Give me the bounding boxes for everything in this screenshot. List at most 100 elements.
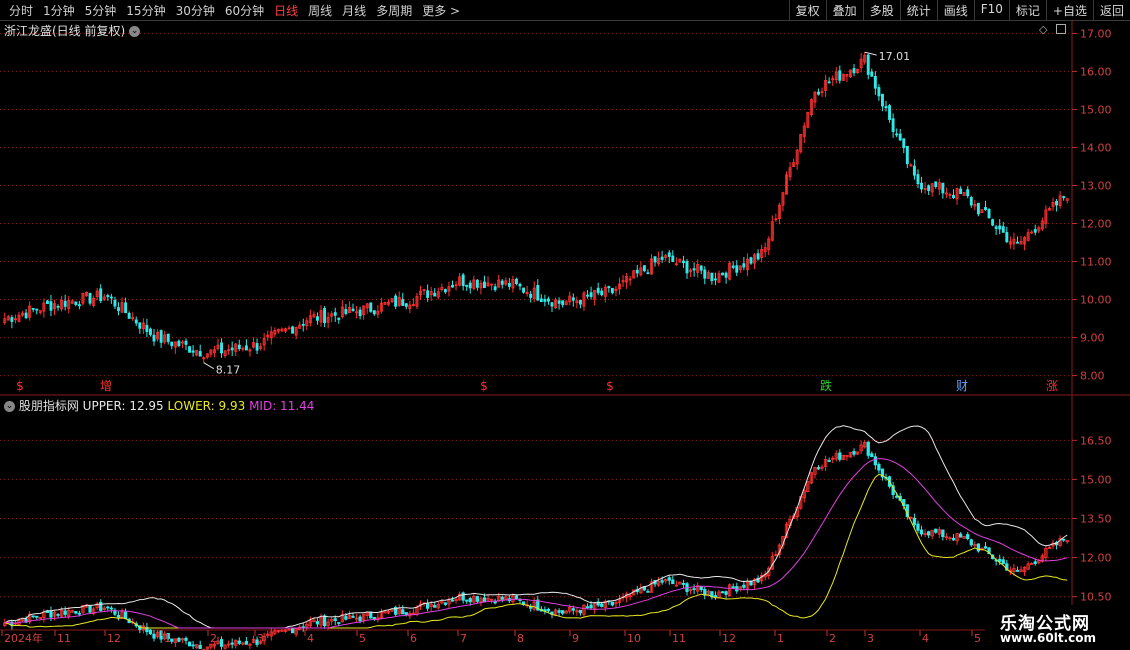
- indicator-candle: [88, 605, 92, 613]
- indicator-candle: [919, 529, 924, 535]
- diamond-icon[interactable]: ◇: [1039, 23, 1047, 36]
- price-candle: [358, 309, 362, 317]
- price-candle: [838, 70, 842, 81]
- y-tick-label: 10.00: [1080, 294, 1112, 307]
- price-candle: [731, 265, 735, 268]
- indicator-candle: [983, 546, 988, 549]
- price-candle: [507, 282, 511, 287]
- y-tick-label: 13.00: [1080, 179, 1112, 192]
- x-tick-label: 1: [777, 632, 784, 645]
- chevron-down-icon[interactable]: ⌄: [129, 26, 141, 37]
- price-candle: [952, 195, 955, 199]
- price-candle: [671, 255, 675, 262]
- price-candle: [401, 299, 405, 306]
- indicator-candle: [720, 591, 725, 594]
- indicator-candle: [571, 608, 575, 611]
- price-candle: [721, 272, 725, 276]
- price-candle: [24, 312, 28, 319]
- indicator-candle: [600, 603, 604, 607]
- indicator-candle: [191, 644, 195, 647]
- indicator-candle: [941, 529, 945, 538]
- x-tick-label: 2024年: [4, 631, 43, 645]
- x-tick-label: 1: [164, 632, 171, 645]
- price-candle: [724, 272, 728, 278]
- indicator-candle: [610, 601, 615, 606]
- price-candle: [873, 75, 877, 89]
- y-tick-label: 15.00: [1080, 103, 1112, 116]
- indicator-candle: [74, 611, 78, 614]
- indicator-candle: [557, 610, 561, 613]
- chevron-down-icon[interactable]: ⌄: [4, 401, 15, 412]
- price-candle: [1033, 229, 1037, 233]
- indicator-candle: [219, 639, 224, 647]
- price-candle: [852, 68, 856, 74]
- indicator-candle: [63, 610, 67, 615]
- indicator-candle: [401, 609, 405, 615]
- indicator-candle: [369, 611, 373, 619]
- y-tick-label: 14.00: [1080, 141, 1112, 154]
- price-candle: [699, 265, 703, 271]
- y-tick-label: 16.50: [1080, 434, 1112, 447]
- indicator-candle: [742, 584, 746, 588]
- indicator-candle: [1033, 561, 1037, 564]
- price-candle: [99, 288, 103, 302]
- mid-band-line: [4, 458, 1068, 629]
- price-candle: [127, 312, 131, 319]
- upper-band-line: [4, 425, 1068, 629]
- price-candle: [877, 87, 881, 97]
- indicator-candle: [1001, 559, 1005, 565]
- indicator-candle: [500, 596, 504, 600]
- indicator-candle: [35, 615, 39, 618]
- indicator-candle: [152, 633, 156, 639]
- price-candle: [1062, 196, 1066, 199]
- indicator-candle: [344, 616, 348, 620]
- price-candle: [198, 351, 202, 357]
- price-candle: [1055, 201, 1059, 206]
- price-candle: [10, 317, 14, 322]
- price-candle: [316, 316, 319, 321]
- stock-title: 浙江龙盛(日线 前复权): [4, 24, 126, 38]
- price-candle: [145, 325, 149, 332]
- price-candle: [586, 294, 589, 297]
- price-candle: [426, 290, 430, 298]
- indicator-candle: [912, 517, 917, 525]
- indicator-candle: [873, 456, 877, 466]
- indicator-candle: [198, 644, 202, 649]
- indicator-candle: [969, 539, 973, 546]
- price-candle: [561, 300, 565, 306]
- indicator-candle: [866, 441, 870, 456]
- price-candle: [596, 287, 600, 294]
- indicator-candle: [468, 598, 472, 603]
- price-candle: [333, 312, 337, 316]
- price-candle: [589, 292, 593, 298]
- indicator-candle: [667, 577, 671, 581]
- price-candle: [635, 269, 639, 274]
- price-candle: [642, 265, 646, 272]
- indicator-candle: [187, 641, 192, 647]
- x-tick-label: 7: [460, 632, 467, 645]
- window-icon[interactable]: [1056, 24, 1066, 34]
- price-candle: [468, 282, 472, 289]
- price-candle: [984, 207, 987, 211]
- price-candle: [220, 342, 223, 354]
- price-candle: [255, 343, 259, 351]
- indicator-candle: [966, 534, 970, 540]
- indicator-candle: [230, 642, 234, 645]
- indicator-candle: [671, 579, 675, 585]
- indicator-candle: [450, 599, 455, 602]
- price-candle: [713, 278, 717, 281]
- indicator-candle: [106, 606, 110, 609]
- price-candle: [920, 182, 924, 190]
- indicator-candle: [724, 591, 728, 595]
- price-candle: [184, 340, 188, 345]
- indicator-candle: [123, 611, 128, 620]
- watermark-url: www.60lt.com: [1000, 631, 1097, 645]
- indicator-candle: [56, 614, 60, 616]
- price-candle: [109, 296, 113, 299]
- price-candle: [394, 295, 398, 307]
- indicator-candle: [433, 605, 437, 608]
- price-candle: [369, 302, 373, 312]
- x-tick-label: 4: [922, 632, 929, 645]
- price-candle: [337, 317, 341, 320]
- price-candle: [610, 287, 614, 294]
